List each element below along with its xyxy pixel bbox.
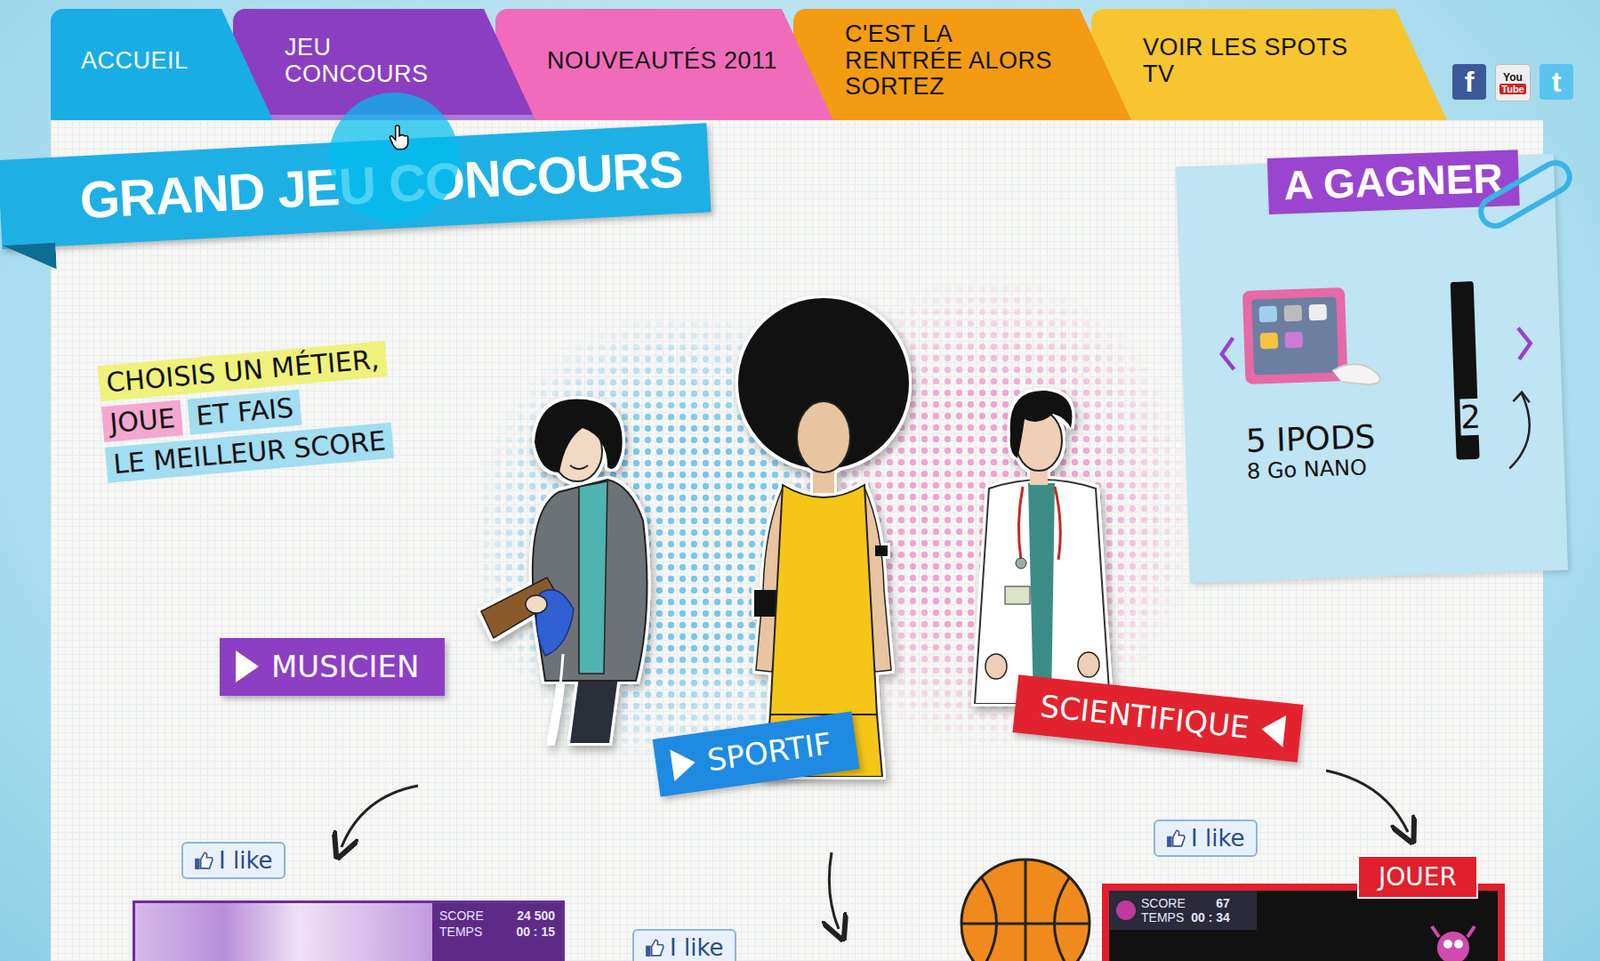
- ipod-nano-icon: [1240, 283, 1396, 396]
- twitter-icon[interactable]: t: [1539, 64, 1574, 100]
- youtube-icon[interactable]: YouTube: [1495, 64, 1531, 102]
- tab-bar: ACCUEILJEU CONCOURSNOUVEAUTÉS 2011C'EST …: [50, 8, 1448, 121]
- prize-item[interactable]: 2: [1450, 280, 1512, 477]
- video-frame: [135, 902, 433, 961]
- like-button[interactable]: I like: [632, 928, 737, 961]
- like-button[interactable]: I like: [181, 841, 286, 879]
- score-box: SCORE67TEMPS00 : 34: [1109, 890, 1257, 930]
- play-icon: [669, 746, 698, 781]
- tagline-text: ET FAIS: [187, 389, 303, 435]
- prize-panel: A GAGNER5 IPODS8 Go NANO2: [1175, 153, 1568, 584]
- profession-ribbon[interactable]: MUSICIEN: [219, 637, 445, 696]
- game-card: I likeJOUERSCORE67TEMPS00 : 34: [1101, 819, 1505, 961]
- page: ACCUEILJEU CONCOURSNOUVEAUTÉS 2011C'EST …: [0, 0, 1600, 961]
- score-box: SCORE24 500TEMPS00 : 15: [432, 902, 563, 961]
- nav-tab[interactable]: C'EST LA RENTRÉE ALORS SORTEZ: [793, 8, 1132, 121]
- play-icon: [1259, 713, 1287, 748]
- play-button[interactable]: JOUER: [1357, 854, 1479, 899]
- main-nav: ACCUEILJEU CONCOURSNOUVEAUTÉS 2011C'EST …: [0, 0, 1600, 121]
- contest-panel: GRAND JEU CONCOURSCHOISIS UN MÉTIER,JOUE…: [50, 120, 1544, 961]
- game-preview[interactable]: JOUERSCORE67TEMPS00 : 34: [1101, 883, 1505, 961]
- thumbs-up-icon: [644, 937, 665, 957]
- athlete-figure-icon[interactable]: [729, 296, 918, 777]
- tagline: CHOISIS UN MÉTIER,JOUEET FAISLE MEILLEUR…: [97, 340, 395, 483]
- tagline-text: JOUE: [101, 399, 185, 443]
- game-card: I like: [632, 856, 1093, 961]
- tagline-text: CHOISIS UN MÉTIER,: [97, 340, 388, 402]
- social-links: fYouTubet: [1452, 64, 1574, 102]
- click-highlight: [329, 92, 459, 223]
- musician-figure-icon[interactable]: [474, 386, 688, 743]
- game-preview[interactable]: SCORE24 500TEMPS00 : 15: [132, 900, 565, 961]
- prize-item[interactable]: 5 IPODS8 Go NANO: [1240, 281, 1444, 484]
- previous-arrow-icon[interactable]: [1217, 333, 1239, 374]
- thumbs-up-icon: [1165, 828, 1186, 848]
- thumbs-up-icon: [193, 850, 214, 870]
- facebook-icon[interactable]: f: [1452, 64, 1487, 100]
- hand-cursor-icon: [387, 124, 411, 152]
- curved-arrow-icon: [1499, 380, 1548, 481]
- play-icon: [235, 650, 259, 683]
- like-button[interactable]: I like: [1153, 819, 1258, 857]
- basketball-icon[interactable]: [958, 856, 1093, 961]
- prize-carousel: 5 IPODS8 Go NANO2: [1215, 279, 1541, 522]
- game-card: I like SCORE24 500TEMPS00 : 15: [132, 841, 565, 961]
- scientist-figure-icon[interactable]: [953, 372, 1132, 704]
- nav-tab[interactable]: VOIR LES SPOTS TV: [1091, 8, 1448, 121]
- nav-tab[interactable]: NOUVEAUTÉS 2011: [495, 8, 834, 121]
- next-arrow-icon[interactable]: [1513, 323, 1536, 364]
- monster-icon: [1426, 920, 1480, 961]
